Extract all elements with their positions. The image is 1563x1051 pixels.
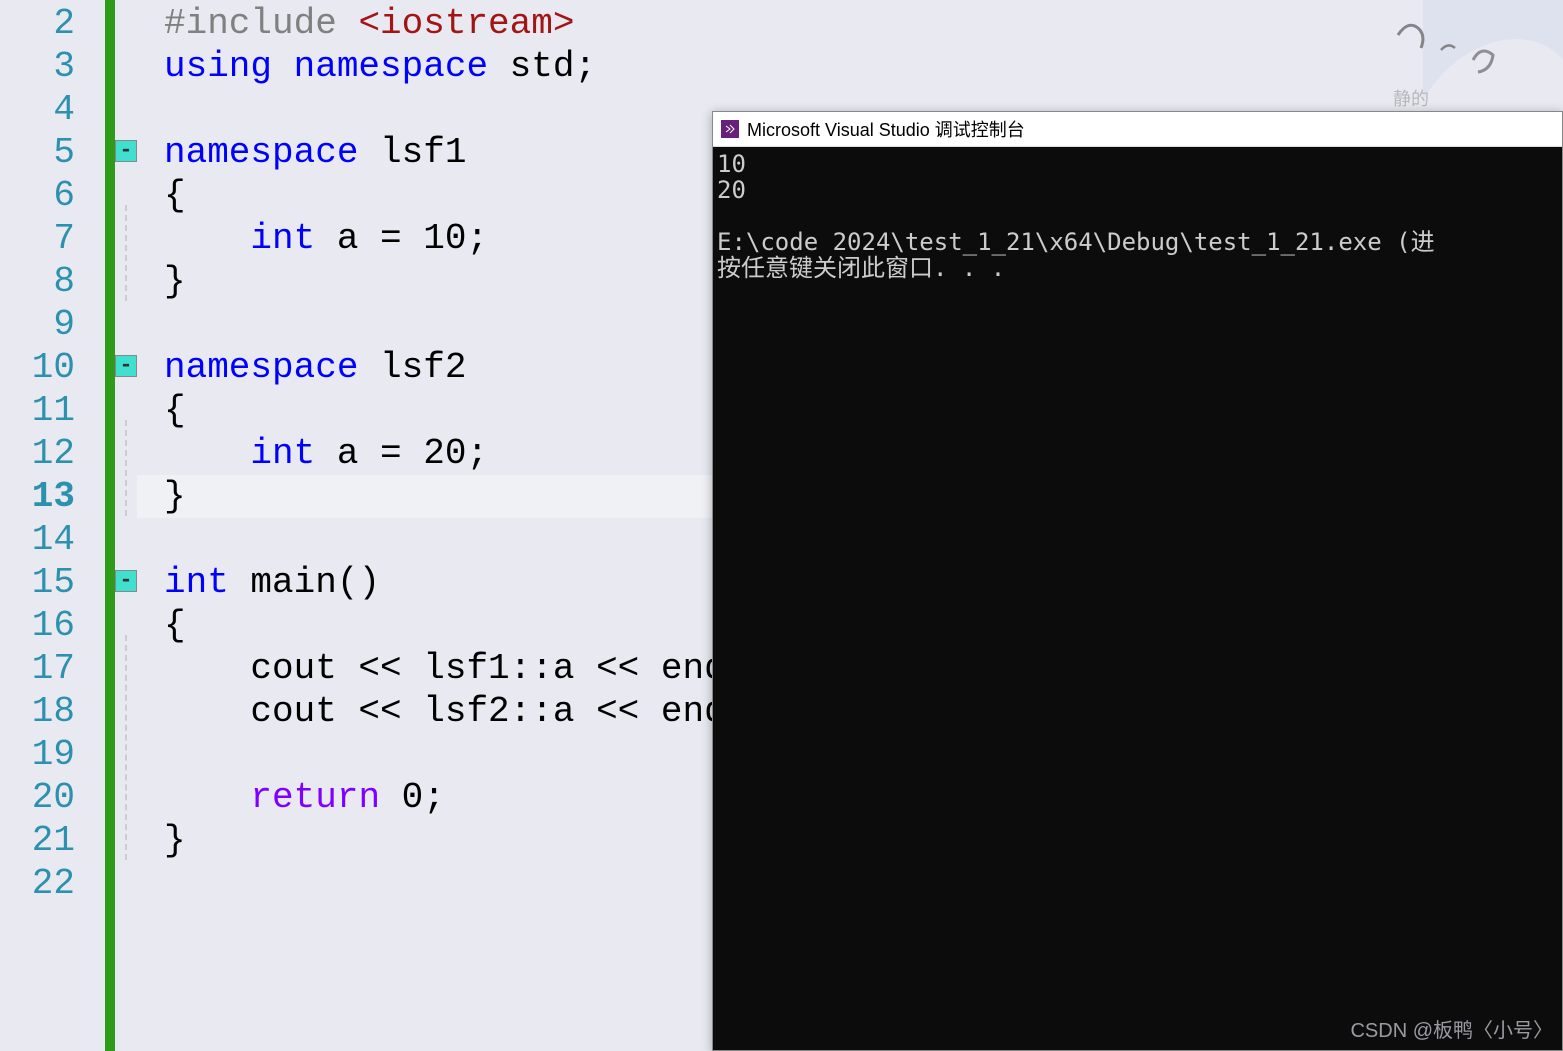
fold-column: - - - [115,0,137,1051]
line-number: 3 [0,45,105,88]
line-number: 11 [0,389,105,432]
code-line[interactable]: #include <iostream> [137,2,1563,45]
console-line: 20 [717,177,1558,203]
line-number-gutter: 2345678910111213141516171819202122 [0,0,105,1051]
fold-guide-line [125,635,127,860]
console-line: 10 [717,151,1558,177]
console-output[interactable]: 1020 E:\code 2024\test_1_21\x64\Debug\te… [713,147,1562,285]
line-number: 8 [0,260,105,303]
line-number: 6 [0,174,105,217]
watermark-text: CSDN @板鸭〈小号〉 [1350,1014,1553,1043]
line-number: 14 [0,518,105,561]
change-indicator-bar [105,0,115,1051]
line-number: 19 [0,733,105,776]
line-number: 13 [0,475,105,518]
fold-guide-line [125,205,127,301]
line-number: 20 [0,776,105,819]
line-number: 4 [0,88,105,131]
line-number: 21 [0,819,105,862]
line-number: 5 [0,131,105,174]
line-number: 17 [0,647,105,690]
line-number: 12 [0,432,105,475]
line-number: 16 [0,604,105,647]
fold-guide-line [125,420,127,516]
vs-icon [721,120,739,138]
debug-console-window[interactable]: Microsoft Visual Studio 调试控制台 1020 E:\co… [712,111,1563,1051]
console-line: E:\code 2024\test_1_21\x64\Debug\test_1_… [717,229,1558,255]
line-number: 15 [0,561,105,604]
line-number: 2 [0,2,105,45]
line-number: 9 [0,303,105,346]
fold-toggle-icon[interactable]: - [115,570,137,592]
line-number: 10 [0,346,105,389]
console-line: 按任意键关闭此窗口. . . [717,255,1558,281]
line-number: 18 [0,690,105,733]
console-titlebar[interactable]: Microsoft Visual Studio 调试控制台 [713,112,1562,147]
line-number: 7 [0,217,105,260]
console-line [717,203,1558,229]
line-number: 22 [0,862,105,905]
console-title: Microsoft Visual Studio 调试控制台 [747,116,1025,142]
fold-toggle-icon[interactable]: - [115,355,137,377]
code-line[interactable]: using namespace std; [137,45,1563,88]
fold-toggle-icon[interactable]: - [115,140,137,162]
